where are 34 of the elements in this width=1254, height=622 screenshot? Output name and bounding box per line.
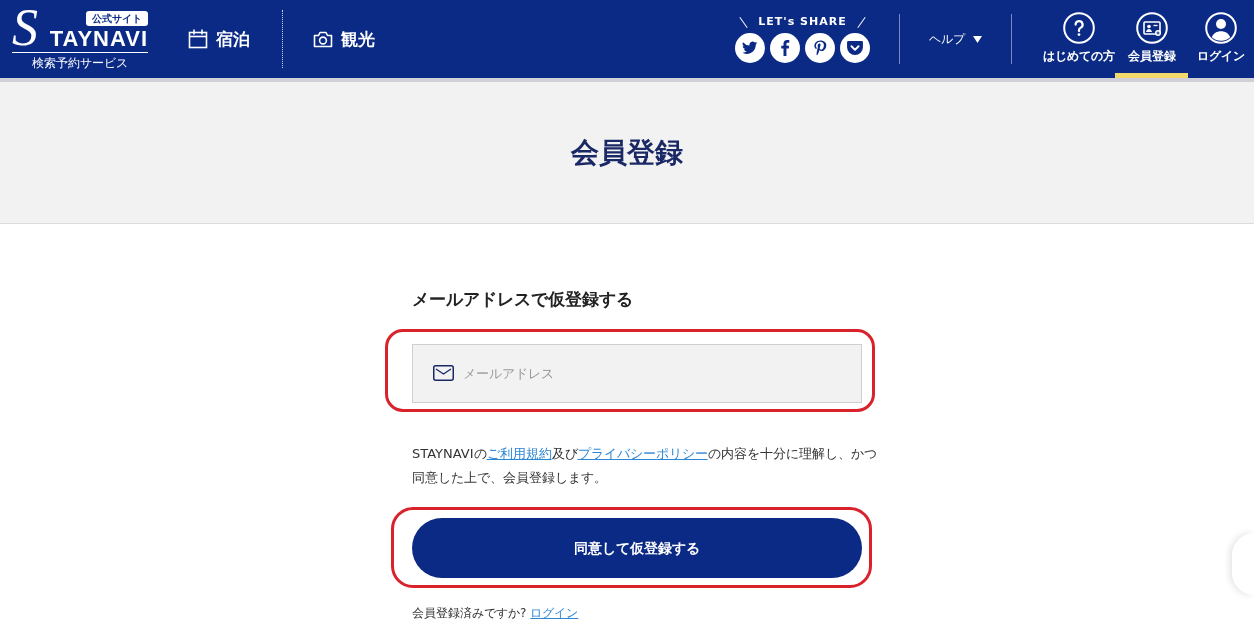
form-heading: メールアドレスで仮登録する (412, 288, 634, 311)
policy-link[interactable]: ご利用規約 (486, 446, 552, 461)
share-button[interactable] (805, 33, 835, 63)
id-card-icon (1135, 12, 1168, 44)
login-prompt-text: 会員登録済みですか? (412, 605, 527, 621)
p-letter-icon (813, 39, 827, 57)
share-button[interactable] (735, 33, 765, 63)
share-button[interactable] (840, 33, 870, 63)
bird-icon (742, 40, 758, 56)
login-link[interactable]: ログイン (530, 605, 579, 621)
logo-script-letter: S (12, 8, 39, 50)
help-icon (1062, 12, 1095, 44)
logo-wordmark: TAYNAVI (49, 28, 148, 50)
nav-link[interactable]: 観光 (313, 28, 375, 50)
help-menu-button[interactable]: ヘルプ (929, 31, 982, 47)
page-title: 会員登録 (571, 135, 683, 170)
policy-link[interactable]: プライバシーポリシー (577, 446, 708, 461)
consent-text: STAYNAVIのご利用規約及びプライバシーポリシーの内容を十分に理解し、かつ同意した上で、会員登録します。 (412, 445, 878, 487)
official-site-badge: 公式サイト (86, 11, 148, 26)
user-icon (1205, 12, 1237, 44)
email-field[interactable]: メールアドレス (412, 344, 862, 403)
logo-tagline: 検索予約サービス (32, 56, 128, 70)
share-label: LET's SHARE (758, 15, 847, 29)
mail-icon (433, 365, 454, 381)
share-button[interactable] (770, 33, 800, 63)
submit-button[interactable]: 同意して仮登録する (412, 518, 862, 578)
nav-link[interactable]: 宿泊 (188, 28, 250, 50)
chevron-shield-icon (847, 40, 863, 56)
menu-tab[interactable]: はじめての方 (1042, 0, 1115, 78)
f-letter-icon (780, 40, 790, 56)
camera-icon (313, 30, 333, 48)
caret-icon (973, 35, 982, 43)
menu-tab[interactable]: ログイン (1188, 0, 1254, 78)
calendar-icon (188, 29, 208, 49)
